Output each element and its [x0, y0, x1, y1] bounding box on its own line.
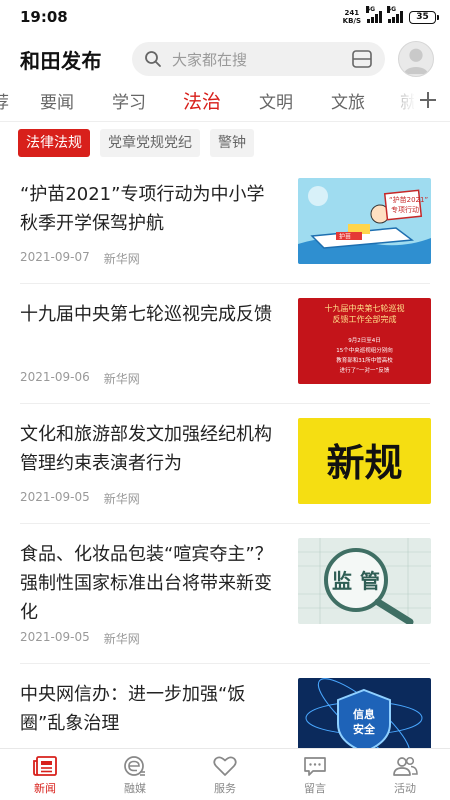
network-speed-unit: KB/S	[342, 17, 361, 25]
newspaper-icon	[33, 756, 57, 776]
news-thumbnail: 十九届中央第七轮巡视 反馈工作全部完成 9月2日至4日 15个中央巡视组分别向 …	[298, 298, 431, 384]
add-channel-button[interactable]	[414, 86, 442, 114]
scan-icon[interactable]	[351, 49, 373, 69]
thumb-text: 进行了“一对一”反馈	[340, 366, 390, 374]
news-date: 2021-09-07	[20, 250, 90, 264]
sub-tabs: 法律法规 党章党规党纪 警钟	[18, 129, 254, 157]
app-title: 和田发布	[20, 48, 102, 73]
news-title: 食品、化妆品包装“喧宾夺主”？强制性国家标准出台将带来新变化	[20, 544, 273, 623]
news-meta: 2021-09-07 新华网	[20, 250, 140, 267]
news-date: 2021-09-05	[20, 490, 90, 504]
thumb-text: 护苗	[339, 233, 351, 241]
news-date: 2021-09-06	[20, 370, 90, 384]
thumb-text: 专项行动	[391, 205, 419, 214]
avatar[interactable]	[398, 41, 434, 77]
thumb-text: 安全	[353, 722, 376, 736]
news-thumbnail: 信息 安全	[298, 678, 431, 748]
signal-icon: 4G	[366, 6, 382, 23]
bottom-nav: 新闻 融媒 服务 留言 活动	[0, 748, 450, 800]
signal-icon: 4G	[387, 6, 403, 23]
thumb-text: 信息	[353, 707, 375, 721]
media-e-icon	[124, 756, 145, 776]
nav-service[interactable]: 服务	[180, 749, 270, 800]
tab-law[interactable]: 法治	[183, 87, 221, 114]
user-icon	[403, 48, 429, 75]
nav-label: 新闻	[34, 782, 56, 795]
news-thumbnail: 监 管	[298, 538, 431, 624]
nav-label: 融媒	[124, 782, 146, 795]
news-meta: 2021-09-05 新华网	[20, 630, 140, 647]
signal-label: 4G	[387, 6, 397, 13]
tab-civility[interactable]: 文明	[259, 88, 293, 113]
nav-activity[interactable]: 活动	[360, 749, 450, 800]
plus-icon	[420, 92, 436, 108]
nav-news[interactable]: 新闻	[0, 749, 90, 800]
status-bar: 19:08 241 KB/S 4G 4G 35	[0, 0, 450, 34]
tab-study[interactable]: 学习	[112, 88, 146, 113]
thumb-text: 教育部和31所中管高校	[336, 356, 393, 364]
news-source: 新华网	[103, 492, 140, 506]
news-source: 新华网	[103, 252, 140, 266]
thumb-text: 监	[332, 569, 352, 593]
thumb-text: 管	[360, 569, 380, 593]
message-icon	[304, 757, 326, 776]
nav-message[interactable]: 留言	[270, 749, 360, 800]
network-speed: 241 KB/S	[343, 9, 361, 25]
news-meta: 2021-09-05 新华网	[20, 490, 140, 507]
news-meta: 2021-09-06 新华网	[20, 370, 140, 387]
tab-headlines[interactable]: 要闻	[40, 88, 74, 113]
nav-media[interactable]: 融媒	[90, 749, 180, 800]
thumb-text: 十九届中央第七轮巡视	[325, 303, 405, 313]
news-title: 十九届中央第七轮巡视完成反馈	[20, 304, 272, 325]
news-title: 文化和旅游部发文加强经纪机构管理约束表演者行为	[20, 424, 272, 474]
nav-label: 服务	[214, 782, 236, 795]
news-title: 中央网信办：进一步加强“饭圈”乱象治理	[20, 684, 246, 734]
search-placeholder: 大家都在搜	[172, 50, 248, 69]
people-icon	[393, 756, 418, 776]
app-header: 和田发布 大家都在搜	[0, 38, 450, 80]
search-bar[interactable]: 大家都在搜	[132, 42, 385, 76]
status-indicators: 241 KB/S 4G 4G 35	[343, 6, 439, 25]
search-icon	[145, 51, 161, 67]
thumb-text: 反馈工作全部完成	[333, 314, 397, 324]
list-item[interactable]: 中央网信办：进一步加强“饭圈”乱象治理 信息 安全	[0, 664, 450, 748]
thumb-text: “护苗2021”	[389, 195, 428, 204]
news-source: 新华网	[103, 632, 140, 646]
channel-tabs: 荐 要闻 学习 法治 文明 文旅 就	[0, 82, 450, 120]
list-item[interactable]: 十九届中央第七轮巡视完成反馈 2021-09-06 新华网 十九届中央第七轮巡视…	[0, 284, 450, 404]
list-item[interactable]: 文化和旅游部发文加强经纪机构管理约束表演者行为 2021-09-05 新华网 新…	[0, 404, 450, 524]
nav-label: 活动	[394, 782, 416, 795]
list-item[interactable]: 食品、化妆品包装“喧宾夺主”？强制性国家标准出台将带来新变化 2021-09-0…	[0, 524, 450, 664]
signal-label: 4G	[366, 6, 376, 13]
subtab-warning[interactable]: 警钟	[210, 129, 254, 157]
list-item[interactable]: “护苗2021”专项行动为中小学秋季开学保驾护航 2021-09-07 新华网 …	[0, 164, 450, 284]
thumb-text: 9月2日至4日	[348, 337, 381, 344]
news-thumbnail: “护苗2021” 专项行动 护苗	[298, 178, 431, 264]
battery-icon: 35	[409, 10, 439, 24]
thumb-text: 新规	[326, 441, 402, 485]
news-thumbnail: 新规	[298, 418, 431, 504]
tab-recommend[interactable]: 荐	[0, 88, 9, 113]
tab-culture-tourism[interactable]: 文旅	[331, 88, 365, 113]
news-title: “护苗2021”专项行动为中小学秋季开学保驾护航	[20, 184, 265, 234]
thumb-text: 15个中央巡视组分别向	[336, 346, 393, 354]
network-speed-value: 241	[344, 9, 360, 17]
nav-label: 留言	[304, 782, 326, 795]
heart-icon	[213, 756, 237, 776]
subtab-laws[interactable]: 法律法规	[18, 129, 90, 157]
status-time: 19:08	[20, 8, 68, 26]
news-list: “护苗2021”专项行动为中小学秋季开学保驾护航 2021-09-07 新华网 …	[0, 164, 450, 748]
news-source: 新华网	[103, 372, 140, 386]
subtab-party-rules[interactable]: 党章党规党纪	[100, 129, 200, 157]
divider	[0, 121, 450, 122]
news-date: 2021-09-05	[20, 630, 90, 644]
